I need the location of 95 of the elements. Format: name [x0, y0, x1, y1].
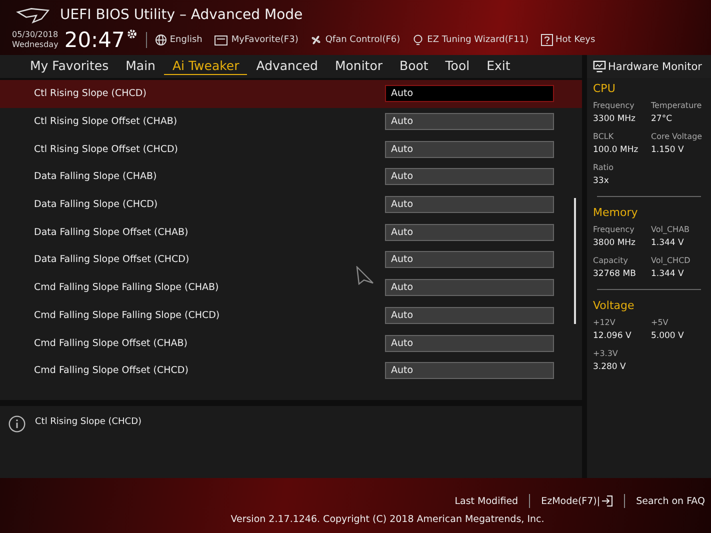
stat-value: 3800 MHz: [593, 238, 637, 248]
setting-label: Ctl Rising Slope (CHCD): [34, 88, 146, 100]
stat-label: +5V: [651, 318, 670, 327]
stat-label: Core Voltage: [651, 132, 704, 141]
setting-row[interactable]: Cmd Falling Slope Offset (CHAB) Auto: [0, 329, 582, 357]
setting-row[interactable]: Cmd Falling Slope Falling Slope (CHAB) Auto: [0, 274, 582, 302]
menu-tab[interactable]: Main: [118, 58, 164, 75]
toolbar-button[interactable]: English: [154, 34, 202, 46]
copyright-text: Version 2.17.1246. Copyright (C) 2018 American Megatrends, Inc.: [230, 514, 544, 525]
stat-value: 27°C: [651, 114, 674, 124]
setting-row[interactable]: Ctl Rising Slope Offset (CHCD) Auto: [0, 135, 582, 164]
stat-label: Vol_CHCD: [651, 256, 692, 265]
stat-label: Frequency: [593, 101, 636, 110]
stat-value: 5.000 V: [651, 331, 685, 341]
window-title: UEFI BIOS Utility – Advanced Mode: [60, 7, 303, 23]
setting-dropdown[interactable]: Auto: [385, 306, 554, 324]
stat-value: 3300 MHz: [593, 114, 637, 124]
setting-label: Cmd Falling Slope Offset (CHCD): [34, 365, 188, 376]
stat-value: 33x: [593, 176, 610, 186]
settings-icon[interactable]: [126, 28, 138, 40]
stat-value: 32768 MB: [593, 269, 637, 279]
fan-icon: [310, 34, 322, 46]
toolbar-button[interactable]: EZ Tuning Wizard(F11): [412, 34, 529, 46]
stat-value: 12.096 V: [593, 331, 632, 341]
stat-label: Vol_CHAB: [651, 225, 691, 234]
setting-label: Ctl Rising Slope Offset (CHCD): [34, 144, 178, 155]
stat-label: BCLK: [593, 132, 615, 141]
logo-icon: [16, 6, 50, 24]
setting-label: Cmd Falling Slope Offset (CHAB): [34, 338, 188, 349]
setting-row[interactable]: Ctl Rising Slope Offset (CHAB) Auto: [0, 108, 582, 136]
setting-row[interactable]: Cmd Falling Slope Offset (CHCD) Auto: [0, 356, 582, 385]
section-heading: Memory: [593, 206, 639, 219]
setting-dropdown[interactable]: Auto: [385, 251, 554, 268]
menu-tab[interactable]: Ai Tweaker: [164, 58, 248, 75]
setting-dropdown[interactable]: Auto: [385, 113, 554, 130]
monitor-icon: [593, 60, 606, 73]
setting-label: Cmd Falling Slope Falling Slope (CHAB): [34, 282, 219, 294]
menu-tab[interactable]: Advanced: [248, 58, 326, 75]
setting-dropdown[interactable]: Auto: [385, 85, 554, 102]
exit-icon: [601, 495, 614, 507]
toolbar-button[interactable]: Qfan Control(F6): [310, 34, 400, 46]
panel-title: Hardware Monitor: [608, 60, 702, 72]
clock-time: 20:47: [64, 28, 125, 52]
menu-tab[interactable]: Exit: [478, 58, 518, 75]
setting-row[interactable]: Data Falling Slope Offset (CHCD) Auto: [0, 246, 582, 274]
setting-dropdown[interactable]: Auto: [385, 168, 554, 186]
pointer-icon: [355, 266, 375, 286]
menu-tab[interactable]: Monitor: [326, 58, 391, 75]
stat-label: Capacity: [593, 256, 629, 265]
help-text: Ctl Rising Slope (CHCD): [35, 417, 142, 427]
menu-tab[interactable]: My Favorites: [22, 58, 117, 75]
section-heading: Voltage: [593, 299, 636, 312]
setting-label: Data Falling Slope (CHCD): [34, 199, 158, 210]
scrollbar[interactable]: [574, 198, 576, 324]
folder-icon: [214, 34, 228, 46]
stat-value: 1.344 V: [651, 238, 685, 248]
setting-row[interactable]: Cmd Falling Slope Falling Slope (CHCD) Auto: [0, 302, 582, 330]
weekday-text: Wednesday: [12, 40, 58, 50]
setting-label: Ctl Rising Slope Offset (CHAB): [34, 116, 178, 128]
bulb-icon: [412, 34, 424, 46]
setting-label: Cmd Falling Slope Falling Slope (CHCD): [34, 310, 220, 321]
stat-label: Temperature: [651, 101, 703, 110]
setting-row[interactable]: Ctl Rising Slope (CHCD) Auto: [0, 80, 582, 108]
stat-value: 1.344 V: [651, 269, 685, 279]
setting-label: Data Falling Slope Offset (CHCD): [34, 254, 190, 266]
menu-tab[interactable]: Tool: [437, 58, 478, 75]
setting-dropdown[interactable]: Auto: [385, 140, 554, 158]
info-icon: [8, 415, 26, 433]
stat-value: 100.0 MHz: [593, 145, 640, 155]
help-icon: [540, 34, 553, 46]
setting-dropdown[interactable]: Auto: [385, 279, 554, 296]
menu-tab[interactable]: Boot: [392, 58, 436, 75]
footer-link[interactable]: Search on FAQ: [636, 496, 705, 506]
toolbar-button[interactable]: MyFavorite(F3): [214, 34, 298, 46]
section-heading: CPU: [593, 82, 616, 95]
setting-row[interactable]: Data Falling Slope (CHCD) Auto: [0, 190, 582, 218]
setting-row[interactable]: Data Falling Slope (CHAB) Auto: [0, 163, 582, 191]
setting-dropdown[interactable]: Auto: [385, 196, 554, 214]
footer-link[interactable]: EzMode(F7)|: [541, 495, 614, 507]
setting-dropdown[interactable]: Auto: [385, 334, 554, 352]
stat-label: Frequency: [593, 225, 636, 234]
stat-label: +3.3V: [593, 349, 619, 358]
setting-row[interactable]: Data Falling Slope Offset (CHAB) Auto: [0, 218, 582, 246]
setting-label: Data Falling Slope (CHAB): [34, 171, 157, 182]
footer-link[interactable]: Last Modified: [454, 496, 518, 506]
date-text: 05/30/2018: [12, 30, 58, 40]
setting-label: Data Falling Slope Offset (CHAB): [34, 226, 188, 238]
stat-value: 1.150 V: [651, 145, 685, 155]
stat-label: +12V: [593, 318, 616, 327]
stat-value: 3.280 V: [593, 362, 627, 372]
setting-dropdown[interactable]: Auto: [385, 362, 554, 380]
toolbar-button[interactable]: Hot Keys: [540, 34, 596, 46]
setting-dropdown[interactable]: Auto: [385, 224, 554, 241]
stat-label: Ratio: [593, 163, 615, 172]
globe-icon: [154, 34, 167, 46]
